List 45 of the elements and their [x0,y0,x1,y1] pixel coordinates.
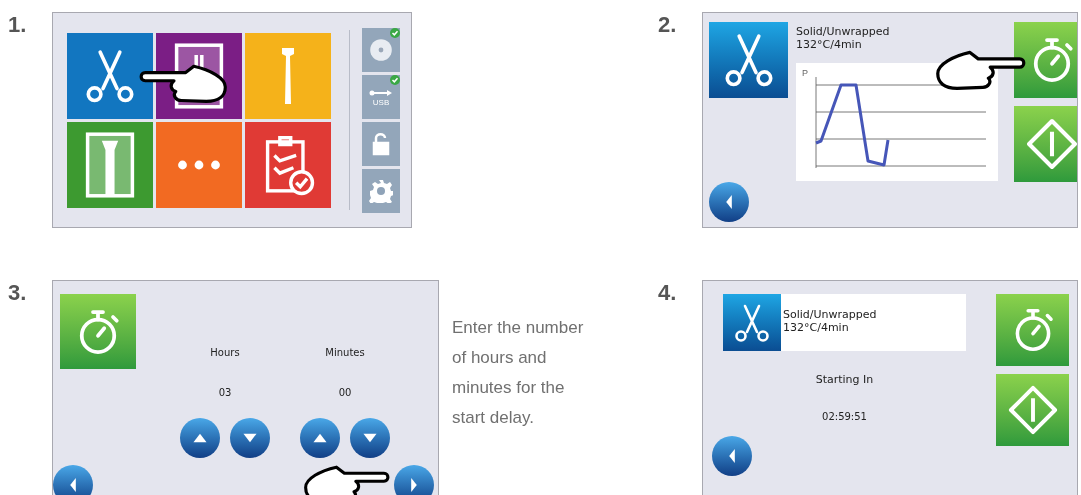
minutes-value: 00 [338,386,352,400]
hours-down-button[interactable] [230,418,270,458]
check-badge-icon [390,27,400,38]
check-badge-icon [390,74,400,85]
step-number: 2. [657,12,678,39]
program-tile[interactable] [245,121,331,208]
hours-label: Hours [210,346,240,360]
minutes-down-button[interactable] [350,418,390,458]
back-button[interactable] [53,465,93,495]
step-number: 4. [657,280,678,307]
countdown-time: 02:59:51 [822,409,867,424]
minutes-up-button[interactable] [300,418,340,458]
more-dots-icon [177,158,221,171]
disc-icon [369,37,393,62]
program-tile[interactable] [156,121,242,208]
hours-value: 03 [218,386,232,400]
program-name: Solid/Unwrapped 132°C/4min [796,25,891,51]
status-button[interactable] [362,168,400,213]
program-tile[interactable] [245,32,331,119]
back-button[interactable] [712,435,752,476]
usb-label: USB [372,98,390,107]
back-button[interactable] [709,182,749,222]
start-diamond-icon [1006,384,1059,436]
step-number: 3. [7,280,28,307]
open-padlock-icon [371,131,391,156]
scissors-icon [732,302,772,343]
delay-timer-button[interactable] [996,294,1069,366]
status-text: Starting In [815,372,874,388]
start-button[interactable] [996,374,1069,446]
status-button[interactable]: USB [362,74,400,119]
instruction-text: Enter the number of hours and minutes for the start delay. [452,317,585,429]
start-diamond-icon [1024,117,1077,171]
settings-icon [369,178,393,203]
program-tile[interactable] [67,32,153,119]
minutes-label: Minutes [325,346,365,360]
delay-timer-button[interactable] [1014,22,1077,98]
status-button[interactable] [362,121,400,166]
step-number: 1. [7,12,28,39]
program-name: Solid/Unwrapped 132°C/4min [782,307,877,336]
hours-up-button[interactable] [180,418,220,458]
status-button[interactable] [362,27,400,72]
program-tile[interactable] [67,121,153,208]
start-button[interactable] [1014,106,1077,182]
axis-label: P [802,69,808,78]
next-button[interactable] [394,465,434,495]
